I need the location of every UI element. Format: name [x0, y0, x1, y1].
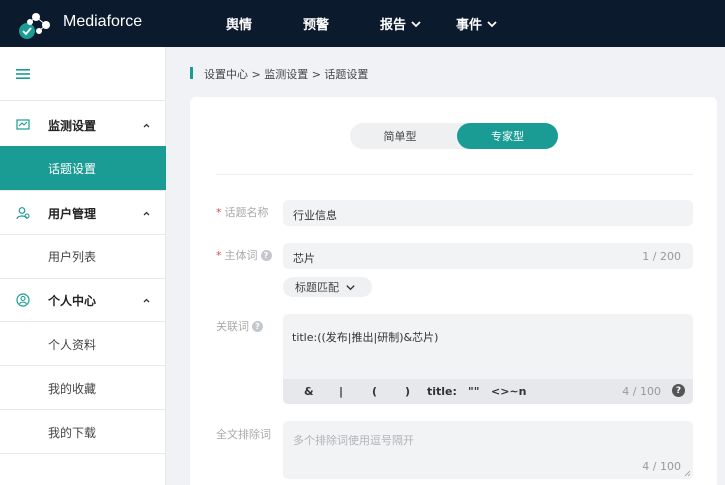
chevron-up-icon: [143, 211, 150, 215]
exclude-words-textarea[interactable]: 多个排除词使用逗号隔开 4 / 100: [283, 421, 693, 479]
chevron-up-icon: [143, 298, 150, 302]
label-text: 关联词: [216, 320, 249, 333]
nav-item-event[interactable]: 事件: [456, 14, 498, 33]
monitor-chart-icon: [16, 119, 30, 130]
related-words-label: 关联词 ?: [216, 318, 263, 334]
topic-name-label: * 话题名称: [216, 204, 269, 220]
brand-name: Mediaforce: [63, 13, 143, 30]
chevron-down-icon: [411, 20, 421, 27]
subject-value: 芯片: [293, 252, 315, 265]
resize-grip-icon[interactable]: [684, 470, 691, 477]
sidebar-group-monitor-settings[interactable]: 监测设置: [0, 103, 166, 147]
chevron-down-icon: [346, 284, 355, 290]
help-icon[interactable]: ?: [252, 320, 263, 332]
related-words-value: title:((发布|推出|研制)&芯片): [292, 331, 439, 344]
chevron-up-icon: [143, 123, 150, 127]
divider: [0, 100, 166, 101]
mode-toggle: 简单型 专家型: [350, 123, 558, 149]
char-count: 4 / 100: [622, 385, 661, 398]
nav-item-report[interactable]: 报告: [380, 14, 422, 33]
sidebar: 监测设置 话题设置 用户管理 用户列表 个人中心 个人资料 我的收藏 我的下载: [0, 47, 166, 485]
sidebar-item-label: 我的下载: [48, 425, 97, 440]
sidebar-item-user-list[interactable]: 用户列表: [0, 234, 166, 278]
sidebar-item-favorites[interactable]: 我的收藏: [0, 366, 166, 410]
help-icon[interactable]: ?: [260, 249, 272, 261]
exclude-placeholder: 多个排除词使用逗号隔开: [293, 434, 414, 447]
subject-input[interactable]: 芯片 1 / 200: [283, 243, 693, 269]
operator-and-button[interactable]: &: [304, 385, 314, 398]
operator-quote-button[interactable]: "": [468, 385, 479, 398]
subject-label: * 主体词 ?: [216, 247, 272, 263]
top-navbar: Mediaforce 舆情 预警 报告 事件: [0, 0, 725, 47]
sidebar-group-personal-center[interactable]: 个人中心: [0, 278, 166, 322]
sidebar-group-label: 用户管理: [48, 206, 97, 221]
sidebar-group-label: 监测设置: [48, 118, 97, 133]
label-text: 全文排除词: [216, 428, 271, 441]
user-circle-icon: [16, 293, 30, 307]
nav-label: 预警: [303, 18, 330, 33]
operator-toolbar: & | ( ) title: "" <>~n 4 / 100 ?: [283, 379, 693, 404]
sidebar-item-profile[interactable]: 个人资料: [0, 322, 166, 366]
breadcrumb: 设置中心 > 监测设置 > 话题设置: [204, 68, 369, 81]
sidebar-item-label: 话题设置: [48, 161, 97, 176]
related-words-textarea[interactable]: title:((发布|推出|研制)&芯片) & | ( ) title: "" …: [283, 314, 693, 404]
sidebar-item-label: 用户列表: [48, 249, 97, 264]
sidebar-item-downloads[interactable]: 我的下载: [0, 410, 166, 454]
divider: [0, 453, 166, 454]
sidebar-group-label: 个人中心: [48, 293, 97, 308]
mode-simple-button[interactable]: 简单型: [350, 123, 450, 149]
sidebar-item-label: 我的收藏: [48, 381, 97, 396]
operator-title-button[interactable]: title:: [427, 385, 457, 398]
sidebar-item-topic-settings[interactable]: 话题设置: [0, 146, 166, 190]
char-count: 1 / 200: [642, 250, 681, 263]
label-text: 主体词: [224, 249, 258, 262]
menu-icon[interactable]: [16, 67, 30, 81]
required-marker: *: [216, 205, 222, 219]
mode-expert-button[interactable]: 专家型: [457, 123, 558, 149]
operator-or-button[interactable]: |: [339, 385, 343, 398]
sidebar-group-user-management[interactable]: 用户管理: [0, 191, 166, 235]
topic-name-input[interactable]: 行业信息: [283, 200, 693, 226]
users-icon: [16, 207, 30, 220]
chevron-down-icon: [487, 20, 497, 27]
label-text: 话题名称: [224, 206, 269, 219]
required-marker: *: [216, 248, 222, 262]
mediaforce-logo-icon[interactable]: [18, 9, 54, 39]
nav-item-sentiment[interactable]: 舆情: [226, 14, 252, 33]
divider: [216, 174, 693, 175]
sidebar-item-label: 个人资料: [48, 337, 97, 352]
operator-distance-button[interactable]: <>~n: [491, 385, 526, 398]
operator-open-paren-button[interactable]: (: [372, 385, 377, 398]
breadcrumb-marker: [190, 67, 193, 79]
nav-label: 报告: [380, 18, 407, 33]
help-icon[interactable]: ?: [672, 384, 685, 397]
match-mode-select[interactable]: 标题匹配: [283, 277, 372, 297]
exclude-words-label: 全文排除词: [216, 426, 271, 442]
nav-item-alert[interactable]: 预警: [303, 14, 329, 33]
nav-label: 舆情: [226, 18, 253, 33]
match-mode-value: 标题匹配: [295, 281, 339, 294]
operator-close-paren-button[interactable]: ): [405, 385, 410, 398]
char-count: 4 / 100: [642, 460, 681, 473]
nav-label: 事件: [456, 18, 483, 33]
